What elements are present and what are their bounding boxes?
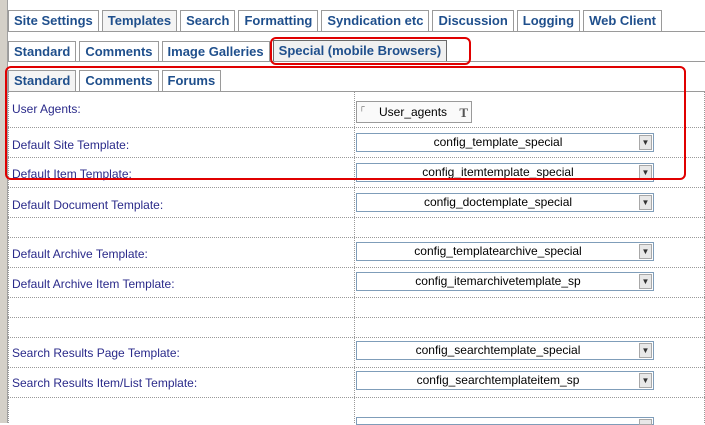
tab-syndication[interactable]: Syndication etc — [321, 10, 430, 31]
tab-comments-templates[interactable]: Comments — [79, 41, 159, 62]
chevron-down-icon[interactable] — [639, 419, 652, 425]
tab-search[interactable]: Search — [180, 10, 236, 31]
tab-templates[interactable]: Templates — [101, 10, 178, 31]
chevron-down-icon[interactable]: ▼ — [639, 343, 652, 358]
tab-logging[interactable]: Logging — [516, 10, 581, 31]
chevron-down-icon[interactable]: ▼ — [639, 244, 652, 259]
tab-web-client[interactable]: Web Client — [583, 10, 662, 31]
tab-discussion[interactable]: Discussion — [432, 10, 514, 31]
select-value: config_doctemplate_special — [423, 195, 573, 209]
left-frame-border — [0, 0, 8, 423]
tab-image-galleries[interactable]: Image Galleries — [161, 41, 270, 62]
default-archive-item-template-label: Default Archive Item Template: — [12, 277, 175, 291]
partial-select[interactable] — [356, 417, 654, 425]
grid-line — [8, 267, 705, 268]
tab-bar-divider — [8, 31, 705, 32]
grid-line — [8, 297, 705, 298]
default-document-template-select[interactable]: config_doctemplate_special ▼ — [356, 193, 654, 212]
tab-standard-templates[interactable]: Standard — [8, 41, 77, 62]
chevron-down-icon[interactable]: ▼ — [639, 195, 652, 210]
highlight-settings-region — [5, 66, 686, 180]
select-value: config_searchtemplateitem_sp — [416, 373, 580, 387]
default-archive-template-select[interactable]: config_templatearchive_special ▼ — [356, 242, 654, 261]
chevron-down-icon[interactable]: ▼ — [639, 373, 652, 388]
default-archive-item-template-select[interactable]: config_itemarchivetemplate_sp ▼ — [356, 272, 654, 291]
tab-formatting[interactable]: Formatting — [238, 10, 319, 31]
grid-line — [8, 397, 705, 398]
select-value: config_templatearchive_special — [414, 244, 582, 258]
main-tab-bar: Site Settings Templates Search Formattin… — [8, 10, 665, 31]
search-results-page-template-select[interactable]: config_searchtemplate_special ▼ — [356, 341, 654, 360]
tab-site-settings[interactable]: Site Settings — [8, 10, 99, 31]
highlight-special-tab — [270, 37, 471, 65]
search-results-item-list-template-label: Search Results Item/List Template: — [12, 376, 198, 390]
grid-line — [8, 187, 705, 188]
grid-line — [8, 317, 705, 318]
chevron-down-icon[interactable]: ▼ — [639, 274, 652, 289]
default-document-template-label: Default Document Template: — [12, 198, 164, 212]
select-value: config_itemarchivetemplate_sp — [415, 274, 581, 288]
grid-line — [8, 217, 705, 218]
grid-line — [8, 367, 705, 368]
default-archive-template-label: Default Archive Template: — [12, 247, 148, 261]
search-results-item-list-template-select[interactable]: config_searchtemplateitem_sp ▼ — [356, 371, 654, 390]
search-results-page-template-label: Search Results Page Template: — [12, 346, 180, 360]
select-value: config_searchtemplate_special — [415, 343, 581, 357]
grid-line — [8, 237, 705, 238]
grid-line — [8, 337, 705, 338]
